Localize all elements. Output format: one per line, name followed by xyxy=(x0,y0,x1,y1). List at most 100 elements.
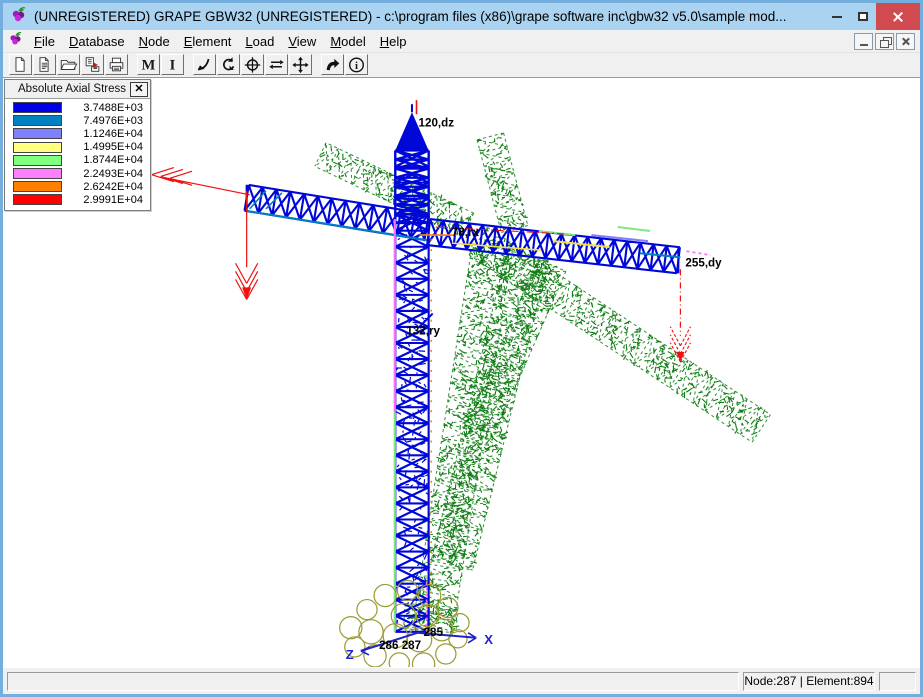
menu-item-element[interactable]: Element xyxy=(177,31,239,52)
new-document-icon xyxy=(10,55,31,74)
rotate-view-button[interactable] xyxy=(193,54,216,75)
close-icon xyxy=(892,11,904,23)
model-label: 132,ry xyxy=(406,325,440,338)
open-folder-icon xyxy=(58,55,79,74)
open-folder-button[interactable] xyxy=(57,54,80,75)
window-title: (UNREGISTERED) GRAPE GBW32 (UNREGISTERED… xyxy=(34,9,817,24)
save-export-button[interactable] xyxy=(81,54,104,75)
print-icon xyxy=(106,55,127,74)
legend-value: 1.4995E+04 xyxy=(62,141,143,153)
maximize-button[interactable] xyxy=(850,3,876,30)
status-bar: Node:287 | Element:894 xyxy=(3,667,920,694)
menu-item-node[interactable]: Node xyxy=(132,31,177,52)
menu-item-file[interactable]: File xyxy=(27,31,62,52)
app-window: (UNREGISTERED) GRAPE GBW32 (UNREGISTERED… xyxy=(0,0,923,697)
print-button[interactable] xyxy=(105,54,128,75)
mdi-restore-button[interactable] xyxy=(875,33,894,50)
legend-row: 3.7488E+03 xyxy=(5,101,150,114)
status-extra-panel xyxy=(879,672,916,691)
pan-all-button[interactable] xyxy=(289,54,312,75)
info-button[interactable]: i xyxy=(345,54,368,75)
save-export-icon xyxy=(82,55,103,74)
svg-text:I: I xyxy=(170,58,176,74)
svg-text:i: i xyxy=(355,60,358,72)
window-controls xyxy=(824,3,920,30)
pan-horizontal-icon xyxy=(266,55,287,74)
menu-item-load[interactable]: Load xyxy=(238,31,281,52)
redo-curve-button[interactable] xyxy=(321,54,344,75)
legend-row: 2.2493E+04 xyxy=(5,167,150,180)
close-button[interactable] xyxy=(876,3,920,30)
legend-title: Absolute Axial Stress xyxy=(18,83,126,95)
mdi-close-icon xyxy=(901,37,910,46)
toolbar-separator xyxy=(313,64,320,65)
status-node-element: Node:287 | Element:894 xyxy=(743,672,875,691)
mdi-close-button[interactable] xyxy=(896,33,915,50)
legend-row: 7.4976E+03 xyxy=(5,114,150,127)
zoom-center-button[interactable] xyxy=(241,54,264,75)
pan-horizontal-button[interactable] xyxy=(265,54,288,75)
legend-swatch-3 xyxy=(13,142,62,153)
legend-row: 1.8744E+04 xyxy=(5,154,150,167)
section-i-icon: I xyxy=(162,55,183,74)
legend-header[interactable]: Absolute Axial Stress ✕ xyxy=(5,80,150,99)
legend-swatch-5 xyxy=(13,168,62,179)
legend-row: 2.6242E+04 xyxy=(5,180,150,193)
legend-value: 2.6242E+04 xyxy=(62,181,143,193)
material-m-icon: M xyxy=(138,55,159,74)
legend-swatch-6 xyxy=(13,181,62,192)
legend-swatch-4 xyxy=(13,155,62,166)
legend-row: 2.9991E+04 xyxy=(5,193,150,206)
legend-value: 7.4976E+03 xyxy=(62,115,143,127)
redo-curve-icon xyxy=(322,55,343,74)
menu-bar-items: FileDatabaseNodeElementLoadViewModelHelp xyxy=(27,31,413,52)
mdi-window-controls xyxy=(854,33,917,50)
info-icon: i xyxy=(346,55,367,74)
model-label: 78,rx xyxy=(452,226,480,239)
legend-close-button[interactable]: ✕ xyxy=(130,82,148,97)
open-document-button[interactable] xyxy=(33,54,56,75)
legend-row: 1.4995E+04 xyxy=(5,141,150,154)
toolbar-separator xyxy=(185,64,192,65)
legend-swatch-1 xyxy=(13,115,62,126)
menu-item-view[interactable]: View xyxy=(281,31,323,52)
axis-label-x: X xyxy=(484,632,493,647)
legend-panel: Absolute Axial Stress ✕ 3.7488E+037.4976… xyxy=(4,79,151,211)
mdi-minimize-icon xyxy=(860,44,868,46)
legend-value: 1.8744E+04 xyxy=(62,154,143,166)
app-grape-icon xyxy=(10,6,27,28)
model-label: 286 287 xyxy=(379,639,421,652)
legend-swatch-0 xyxy=(13,102,62,113)
material-m-button[interactable]: M xyxy=(137,54,160,75)
rotate-view-icon xyxy=(194,55,215,74)
mdi-minimize-button[interactable] xyxy=(854,33,873,50)
menu-item-model[interactable]: Model xyxy=(323,31,372,52)
open-document-icon xyxy=(34,55,55,74)
toolbar: MIi xyxy=(3,53,920,78)
title-bar: (UNREGISTERED) GRAPE GBW32 (UNREGISTERED… xyxy=(3,3,920,30)
model-label: 255,dy xyxy=(685,256,722,269)
svg-text:M: M xyxy=(142,58,156,74)
mdi-restore-icon xyxy=(880,37,890,46)
legend-value: 3.7488E+03 xyxy=(62,102,143,114)
model-canvas: XZ120,dz78,rx132,ry255,dy285286 287 Abso… xyxy=(3,78,920,667)
minimize-button[interactable] xyxy=(824,3,850,30)
legend-row: 1.1246E+04 xyxy=(5,127,150,140)
legend-swatch-2 xyxy=(13,128,62,139)
legend-value: 1.1246E+04 xyxy=(62,128,143,140)
mdi-child-grape-icon[interactable] xyxy=(8,31,23,51)
axis-label-z: Z xyxy=(346,647,354,662)
legend-body: 3.7488E+037.4976E+031.1246E+041.4995E+04… xyxy=(5,99,150,210)
menu-bar: FileDatabaseNodeElementLoadViewModelHelp xyxy=(3,30,920,53)
rotate-cycle-button[interactable] xyxy=(217,54,240,75)
legend-value: 2.9991E+04 xyxy=(62,194,143,206)
zoom-center-icon xyxy=(242,55,263,74)
new-document-button[interactable] xyxy=(9,54,32,75)
rotate-cycle-icon xyxy=(218,55,239,74)
menu-item-database[interactable]: Database xyxy=(62,31,132,52)
minimize-icon xyxy=(832,16,842,18)
model-label: 285 xyxy=(424,626,444,639)
pan-all-icon xyxy=(290,55,311,74)
section-i-button[interactable]: I xyxy=(161,54,184,75)
menu-item-help[interactable]: Help xyxy=(373,31,414,52)
